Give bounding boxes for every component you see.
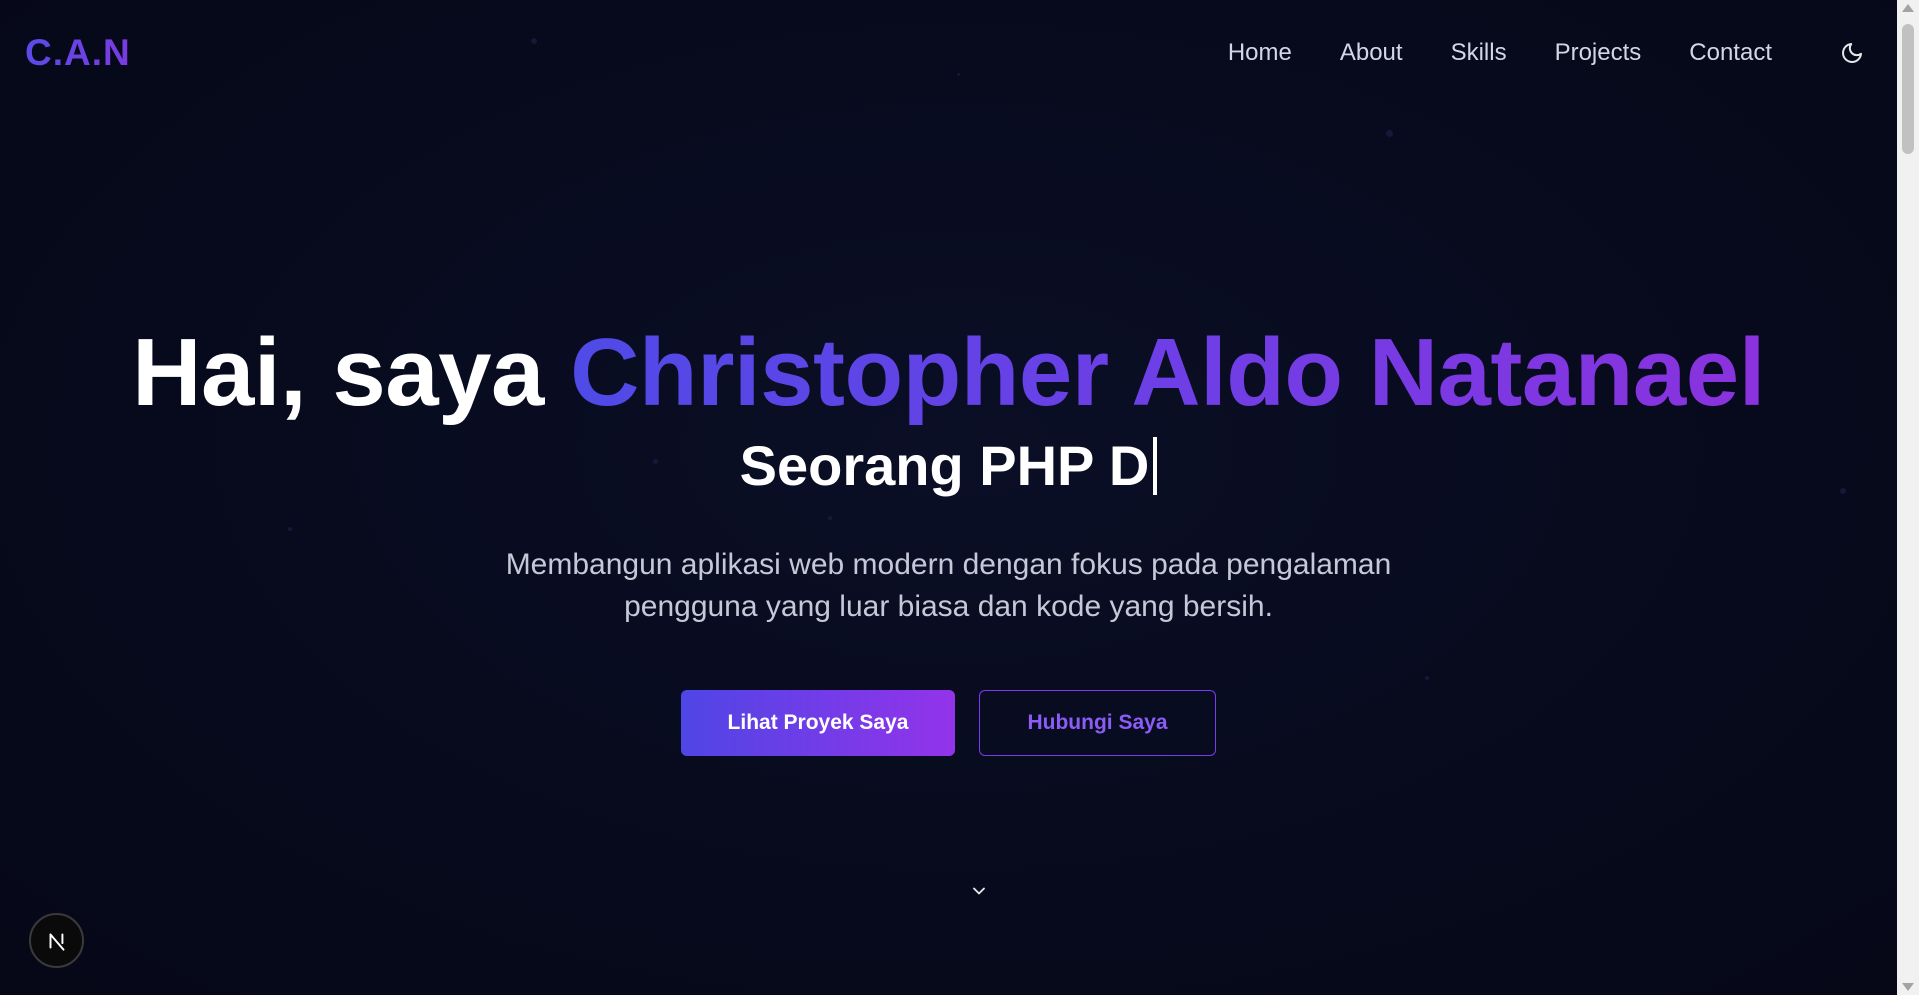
typed-role: Seorang PHP D	[0, 433, 1897, 498]
scroll-down-button[interactable]	[968, 880, 990, 902]
nextjs-logo-icon	[49, 933, 64, 951]
subtitle-line-1: Membangun aplikasi web modern dengan fok…	[505, 548, 1392, 581]
typing-cursor	[1153, 437, 1158, 495]
nav-link-skills[interactable]: Skills	[1451, 39, 1507, 67]
logo[interactable]: C.A.N	[25, 32, 131, 74]
chevron-down-icon	[973, 887, 985, 895]
nextjs-dev-badge[interactable]	[29, 913, 84, 968]
nav-link-contact[interactable]: Contact	[1689, 39, 1772, 67]
typed-text: Seorang PHP D	[739, 434, 1150, 497]
scroll-up-arrow-icon[interactable]	[1902, 4, 1914, 12]
theme-toggle-button[interactable]	[1832, 33, 1872, 73]
navbar: C.A.N Home About Skills Projects Contact	[0, 0, 1897, 105]
greeting-prefix: Hai, saya	[132, 319, 571, 426]
scroll-down-arrow-icon[interactable]	[1902, 983, 1914, 991]
nav-link-projects[interactable]: Projects	[1555, 39, 1642, 67]
hero-name: Christopher Aldo Natanael	[570, 319, 1765, 426]
scrollbar-thumb[interactable]	[1902, 24, 1914, 154]
hero-buttons: Lihat Proyek Saya Hubungi Saya	[0, 690, 1897, 756]
hero-subtitle: Membangun aplikasi web modern dengan fok…	[459, 544, 1439, 628]
view-projects-button[interactable]: Lihat Proyek Saya	[681, 690, 955, 756]
page: C.A.N Home About Skills Projects Contact…	[0, 0, 1919, 995]
page-scrollbar[interactable]	[1897, 0, 1919, 995]
nav-link-about[interactable]: About	[1340, 39, 1403, 67]
background-particle	[1386, 130, 1393, 137]
subtitle-line-2: pengguna yang luar biasa dan kode yang b…	[624, 590, 1273, 623]
moon-icon	[1842, 42, 1862, 63]
nav-menu: Home About Skills Projects Contact	[1228, 33, 1872, 73]
nav-link-home[interactable]: Home	[1228, 39, 1292, 67]
hero-section: Hai, saya Christopher Aldo Natanael Seor…	[0, 318, 1897, 756]
hero-heading: Hai, saya Christopher Aldo Natanael	[0, 318, 1897, 428]
contact-me-button[interactable]: Hubungi Saya	[979, 690, 1216, 756]
